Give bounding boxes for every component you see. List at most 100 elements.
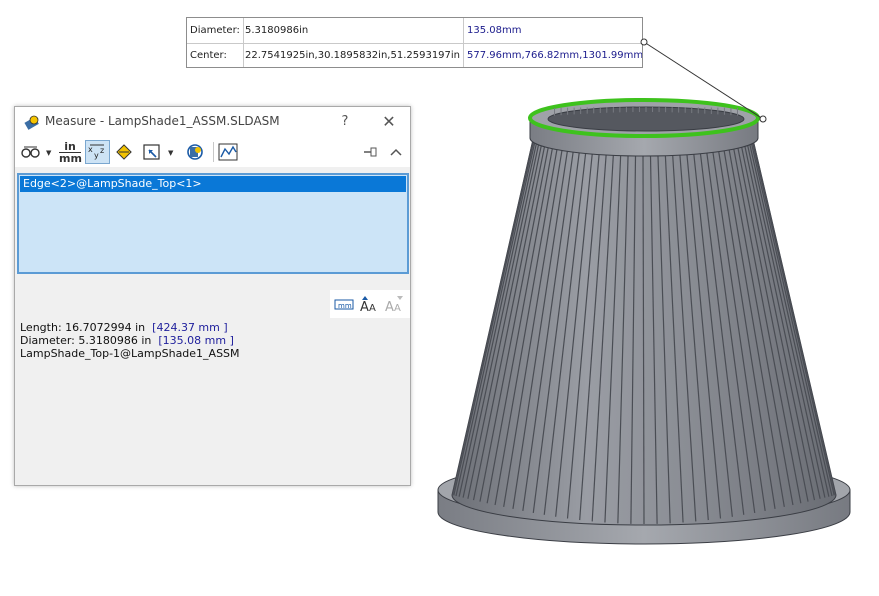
- pleat-line: [451, 134, 535, 496]
- pleat-line: [555, 147, 594, 517]
- pleat-line: [532, 145, 581, 513]
- pleat-line: [604, 151, 622, 523]
- chevron-down-icon[interactable]: ▼: [168, 149, 173, 157]
- pleat-line: [678, 149, 709, 521]
- pleat-line: [522, 144, 575, 511]
- diameter-label: Diameter: 5.3180986 in: [20, 334, 152, 347]
- pleat-line: [503, 141, 564, 507]
- callout-row-diameter: Diameter: 5.3180986in 135.08mm: [187, 18, 642, 44]
- callout-value-mm: 135.08mm: [467, 25, 522, 36]
- pleat-line: [749, 135, 833, 497]
- svg-text:A: A: [360, 300, 369, 314]
- svg-text:z: z: [100, 146, 104, 155]
- pleat-line: [630, 151, 637, 524]
- units-bottom: mm: [59, 152, 82, 165]
- pleat-line: [472, 137, 547, 501]
- top-collar: [529, 117, 759, 157]
- pleat-line: [453, 135, 536, 496]
- point-to-point-icon[interactable]: [114, 140, 136, 164]
- pleat-line: [747, 135, 830, 497]
- pin-icon[interactable]: [361, 140, 379, 164]
- length-label: Length: 16.7072994 in: [20, 321, 146, 334]
- pleat-line: [642, 151, 645, 525]
- pleat-line: [617, 151, 629, 524]
- pleat-line: [750, 135, 835, 496]
- close-button[interactable]: ✕: [377, 111, 401, 133]
- pleat-line: [705, 145, 756, 513]
- pleat-line: [735, 138, 809, 502]
- pleat-line: [591, 150, 615, 522]
- pleat-lines: [451, 134, 837, 525]
- base-ring: [437, 489, 851, 545]
- diameter-mm: [135.08 mm ]: [158, 334, 234, 347]
- pleat-line: [494, 140, 560, 506]
- pleat-line: [739, 137, 816, 501]
- selection-list[interactable]: Edge<2>@LampShade_Top<1>: [17, 173, 409, 274]
- pleat-line: [467, 137, 544, 499]
- pleat-line: [479, 138, 551, 502]
- callout-row-center: Center: 22.7541925in,30.1895832in,51.259…: [187, 43, 642, 68]
- measure-toolbar: ▼ in mm xyz ▼: [15, 137, 410, 167]
- pleat-line: [512, 143, 570, 509]
- pleat-line: [458, 135, 539, 497]
- measure-icon: [24, 114, 40, 130]
- text-size-decrease-icon[interactable]: AA: [384, 294, 406, 315]
- history-icon[interactable]: [217, 140, 239, 164]
- pleat-line: [722, 141, 785, 507]
- collapse-icon[interactable]: [387, 140, 405, 164]
- svg-text:A: A: [394, 303, 401, 314]
- pleat-line: [455, 135, 537, 497]
- callout-value-mm: 577.96mm,766.82mm,1301.99mm: [467, 50, 642, 61]
- diameter-result: Diameter: 5.3180986 in [135.08 mm ]: [20, 334, 240, 347]
- xyz-icon[interactable]: xyz: [85, 140, 110, 164]
- units-top: in: [64, 140, 76, 153]
- dual-dimension-icon[interactable]: mm: [333, 294, 355, 314]
- top-opening: [547, 106, 745, 132]
- pleat-line: [566, 148, 601, 519]
- arc-circle-icon[interactable]: [20, 140, 42, 164]
- dialog-titlebar[interactable]: Measure - LampShade1_ASSM.SLDASM ? ✕: [15, 107, 410, 137]
- svg-text:y: y: [94, 151, 99, 160]
- svg-text:A: A: [385, 300, 394, 314]
- measure-results: Length: 16.7072994 in [424.37 mm ] Diame…: [20, 321, 240, 360]
- callout-label: Diameter:: [190, 25, 240, 36]
- chevron-down-icon[interactable]: ▼: [46, 149, 51, 157]
- pleat-line: [745, 136, 826, 498]
- pleat-line: [751, 134, 837, 496]
- pleat-line: [649, 151, 658, 524]
- callout-label: Center:: [190, 50, 227, 61]
- dialog-title: Measure - LampShade1_ASSM.SLDASM: [45, 114, 280, 128]
- selection-item[interactable]: Edge<2>@LampShade_Top<1>: [20, 176, 406, 192]
- projection-icon[interactable]: [141, 140, 163, 164]
- help-button[interactable]: ?: [335, 111, 355, 133]
- callout-value-in: 22.7541925in,30.1895832in,51.2593197in: [245, 50, 461, 61]
- svg-text:mm: mm: [338, 302, 352, 310]
- pleat-line: [731, 139, 802, 504]
- pleat-line: [671, 150, 697, 522]
- pleat-line: [692, 147, 733, 517]
- pleat-line: [462, 136, 541, 498]
- sensor-icon[interactable]: [183, 140, 207, 164]
- pleat-line: [486, 139, 555, 504]
- measure-callout: Diameter: 5.3180986in 135.08mm Center: 2…: [186, 17, 643, 68]
- svg-text:x: x: [88, 145, 93, 154]
- cone-body: [451, 134, 837, 526]
- pleat-line: [579, 149, 608, 521]
- units-icon[interactable]: in mm: [59, 140, 82, 165]
- pleat-line: [742, 137, 821, 499]
- result-tools: mm AA AA: [330, 290, 410, 318]
- top-rim: [528, 98, 760, 138]
- toolbar-separator: [213, 142, 214, 162]
- svg-text:A: A: [369, 303, 376, 314]
- measure-dialog: Measure - LampShade1_ASSM.SLDASM ? ✕ ▼ i…: [14, 106, 411, 486]
- length-result: Length: 16.7072994 in [424.37 mm ]: [20, 321, 240, 334]
- pleat-line: [726, 140, 794, 506]
- pleat-line: [657, 151, 671, 524]
- pleat-line: [699, 146, 745, 515]
- pleat-line: [543, 146, 587, 515]
- pleat-line: [711, 144, 766, 511]
- callout-value-in: 5.3180986in: [245, 25, 309, 36]
- base-ring-top: [437, 459, 851, 521]
- text-size-increase-icon[interactable]: AA: [359, 294, 381, 315]
- pleat-line: [664, 151, 684, 523]
